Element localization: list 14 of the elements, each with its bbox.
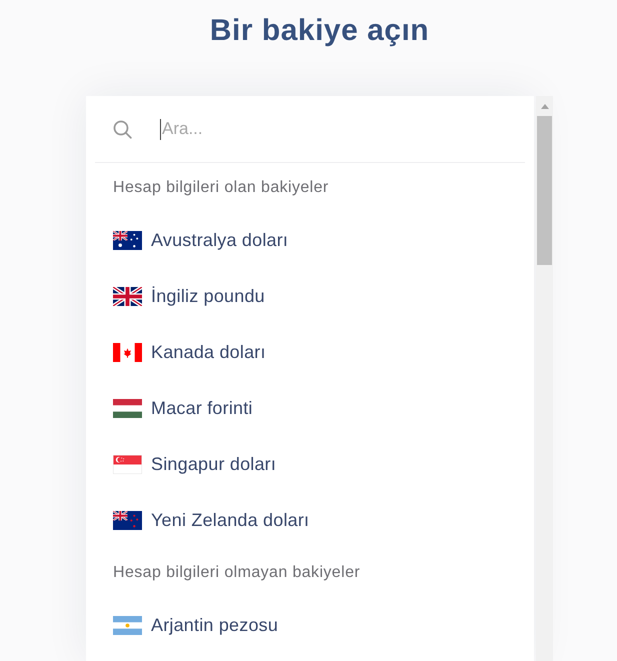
section-heading: Hesap bilgileri olan bakiyeler [113,178,329,198]
currency-option[interactable]: Singapur doları [113,450,278,478]
page-title: Bir bakiye açın [210,13,430,49]
search-icon [113,120,132,138]
currency-option[interactable]: Macar forinti [113,394,255,422]
scroll-up-arrow-icon[interactable] [540,104,549,109]
currency-option[interactable]: Kanada doları [113,338,268,366]
scrollbar-thumb[interactable] [537,116,552,265]
currency-option[interactable]: İngiliz poundu [113,282,267,310]
currency-option[interactable]: Yeni Zelanda doları [113,506,312,534]
search-field[interactable]: Ara... [162,116,526,142]
section-heading: Hesap bilgileri olmayan bakiyeler [113,562,360,582]
currency-option[interactable]: Arjantin pezosu [113,611,280,639]
currency-option[interactable]: Avustralya doları [113,226,290,254]
